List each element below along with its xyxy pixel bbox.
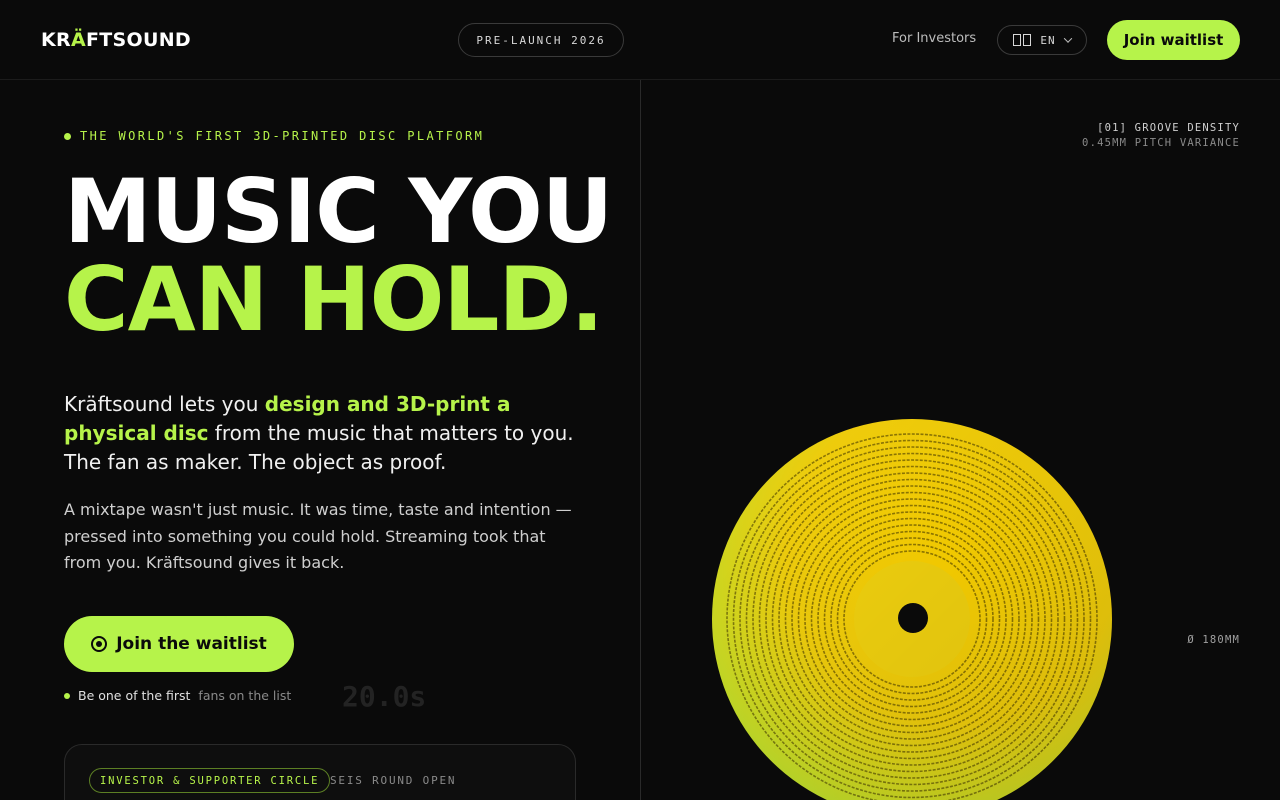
logo-prefix: KR <box>41 29 71 51</box>
site-header: KRÄFTSOUND PRE-LAUNCH 2026 For Investors… <box>0 0 1280 80</box>
logo[interactable]: KRÄFTSOUND <box>41 29 191 51</box>
lead-start: Kräftsound lets you <box>64 392 265 416</box>
ghost-timer: 20.0s <box>342 680 427 713</box>
investor-circle-badge: INVESTOR & SUPPORTER CIRCLE <box>89 768 331 793</box>
spec-readout: [01] GROOVE DENSITY 0.45MM PITCH VARIANC… <box>1082 121 1240 151</box>
language-label: EN <box>1040 33 1056 47</box>
prelaunch-badge: PRE-LAUNCH 2026 <box>458 23 624 57</box>
headline-line-1: MUSIC YOU <box>64 160 613 263</box>
seis-status: SEIS ROUND OPEN <box>330 774 457 787</box>
hero-headline: MUSIC YOU CAN HOLD. <box>64 160 613 351</box>
eyebrow-text: THE WORLD'S FIRST 3D-PRINTED DISC PLATFO… <box>80 129 485 143</box>
join-the-waitlist-button[interactable]: Join the waitlist <box>64 616 294 672</box>
flag-icon <box>1013 34 1032 46</box>
hero-body: A mixtape wasn't just music. It was time… <box>64 500 572 572</box>
fans-prefix: Be one of the first <box>78 688 191 703</box>
spec-title: [01] GROOVE DENSITY <box>1097 122 1240 134</box>
logo-suffix: FTSOUND <box>85 29 191 51</box>
disc-diameter-label: Ø 180MM <box>1187 634 1240 646</box>
fans-note: Be one of the first fans on the list <box>64 688 291 703</box>
hero-lead: Kräftsound lets you design and 3D-print … <box>64 390 604 477</box>
spec-value: 0.45MM PITCH VARIANCE <box>1082 137 1240 149</box>
headline-line-2: CAN HOLD. <box>64 248 604 351</box>
status-dot-icon <box>64 692 70 699</box>
target-icon <box>91 636 108 652</box>
disc-spindle-hole <box>898 603 928 633</box>
logo-accent: Ä <box>70 29 86 51</box>
chevron-down-icon <box>1063 34 1072 43</box>
printed-disc-visual <box>712 419 1112 800</box>
accent-dot-icon <box>64 132 71 140</box>
column-divider <box>640 80 641 800</box>
language-selector[interactable]: EN <box>997 25 1087 55</box>
hero-eyebrow: THE WORLD'S FIRST 3D-PRINTED DISC PLATFO… <box>64 129 484 143</box>
waitlist-button-label: Join the waitlist <box>116 634 267 654</box>
investors-link[interactable]: For Investors <box>892 31 976 46</box>
join-waitlist-button[interactable]: Join waitlist <box>1107 20 1240 60</box>
fans-suffix: fans on the list <box>198 688 292 703</box>
